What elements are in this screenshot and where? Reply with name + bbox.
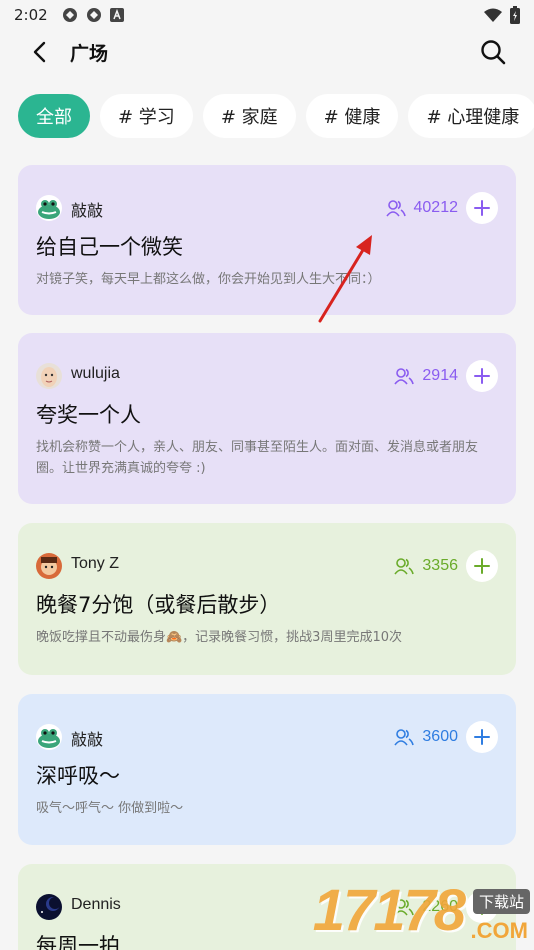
challenge-title: 给自己一个微笑 bbox=[36, 235, 183, 259]
header: 广场 bbox=[0, 30, 534, 74]
app-notification-icon bbox=[86, 8, 101, 22]
status-bar: 2:02 bbox=[0, 0, 534, 30]
challenge-description: 对镜子笑，每天早上都这么做，你会开始见到人生大不同：） bbox=[36, 272, 381, 287]
people-icon bbox=[394, 729, 415, 746]
people-icon bbox=[385, 200, 406, 217]
status-notification-icons bbox=[62, 7, 124, 23]
challenge-card[interactable]: 敲敲 40212 给自己一个微笑 对镜子笑，每天早上都这么做，你会开始见到人生大… bbox=[18, 165, 516, 315]
avatar bbox=[36, 195, 62, 221]
author-name: Dennis bbox=[71, 896, 121, 913]
plus-icon bbox=[474, 729, 490, 745]
search-icon bbox=[481, 40, 506, 65]
join-button[interactable] bbox=[466, 360, 498, 392]
baby-avatar-icon bbox=[36, 363, 62, 389]
challenge-description: 晚饭吃撑且不动最伤身🙈，记录晚餐习惯，挑战3周里完成10次 bbox=[36, 630, 402, 645]
status-time: 2:02 bbox=[14, 6, 48, 24]
author-name: wulujia bbox=[71, 365, 120, 382]
participant-count: 2914 bbox=[422, 367, 458, 384]
author-name: 敲敲 bbox=[71, 203, 104, 220]
tag-mental-health[interactable]: # 心理健康 bbox=[408, 94, 534, 138]
tag-health[interactable]: # 健康 bbox=[305, 94, 399, 138]
challenge-title: 晚餐7分饱（或餐后散步） bbox=[36, 593, 281, 617]
participants: 40212 bbox=[385, 192, 498, 224]
tag-filter-bar: 全部 # 学习 # 家庭 # 健康 # 心理健康 bbox=[18, 94, 534, 138]
challenge-title: 深呼吸～ bbox=[36, 764, 120, 788]
annotation-arrow-icon bbox=[318, 235, 372, 323]
battery-icon bbox=[510, 6, 520, 24]
screen: 2:02 广场 全部 # 学习 # 家庭 # 健康 # 心理健康 敲敲 4021… bbox=[0, 0, 534, 950]
challenge-card[interactable]: Tony Z 3356 晚餐7分饱（或餐后散步） 晚饭吃撑且不动最伤身🙈，记录晚… bbox=[18, 523, 516, 675]
participant-count: 3600 bbox=[422, 728, 458, 745]
challenge-title: 夸奖一个人 bbox=[36, 403, 141, 427]
watermark-suffix: .COM bbox=[470, 918, 528, 943]
challenge-description: 找机会称赞一个人，亲人、朋友、同事甚至陌生人。面对面、发消息或者朋友圈。让世界充… bbox=[36, 440, 479, 476]
participant-count: 40212 bbox=[413, 199, 459, 216]
challenge-description: 吸气～呼气～ 你做到啦～ bbox=[36, 801, 184, 816]
watermark-label: 下载站 bbox=[472, 889, 530, 914]
participants: 3600 bbox=[394, 721, 498, 753]
challenge-title: 每周一拍 bbox=[36, 934, 120, 950]
author-name: Tony Z bbox=[71, 555, 120, 572]
author-name: 敲敲 bbox=[71, 732, 104, 749]
people-icon bbox=[394, 558, 415, 575]
watermark: 17178 下载站 .COM bbox=[304, 860, 534, 950]
frog-avatar-icon bbox=[36, 724, 62, 750]
join-button[interactable] bbox=[466, 192, 498, 224]
avatar bbox=[36, 894, 62, 920]
search-button[interactable] bbox=[478, 37, 508, 67]
participant-count: 3356 bbox=[422, 557, 458, 574]
text-a-icon bbox=[109, 8, 124, 22]
tag-family[interactable]: # 家庭 bbox=[202, 94, 296, 138]
challenge-card[interactable]: 敲敲 3600 深呼吸～ 吸气～呼气～ 你做到啦～ bbox=[18, 694, 516, 845]
participants: 3356 bbox=[394, 550, 498, 582]
back-button[interactable] bbox=[26, 38, 54, 66]
space-avatar-icon bbox=[36, 894, 62, 920]
avatar bbox=[36, 724, 62, 750]
tag-study[interactable]: # 学习 bbox=[100, 94, 193, 138]
plus-icon bbox=[474, 200, 490, 216]
back-arrow-icon bbox=[33, 41, 46, 63]
join-button[interactable] bbox=[466, 550, 498, 582]
people-icon bbox=[394, 368, 415, 385]
app-notification-icon bbox=[62, 8, 77, 22]
join-button[interactable] bbox=[466, 721, 498, 753]
tag-all[interactable]: 全部 bbox=[18, 94, 90, 138]
page-title: 广场 bbox=[70, 43, 109, 65]
avatar bbox=[36, 363, 62, 389]
participants: 2914 bbox=[394, 360, 498, 392]
watermark-number: 17178 bbox=[312, 878, 466, 943]
wifi-icon bbox=[484, 8, 502, 22]
plus-icon bbox=[474, 368, 490, 384]
challenge-card[interactable]: wulujia 2914 夸奖一个人 找机会称赞一个人，亲人、朋友、同事甚至陌生… bbox=[18, 333, 516, 504]
status-system-icons bbox=[484, 6, 520, 24]
frog-avatar-icon bbox=[36, 195, 62, 221]
plus-icon bbox=[474, 558, 490, 574]
cartoon-avatar-icon bbox=[36, 553, 62, 579]
avatar bbox=[36, 553, 62, 579]
